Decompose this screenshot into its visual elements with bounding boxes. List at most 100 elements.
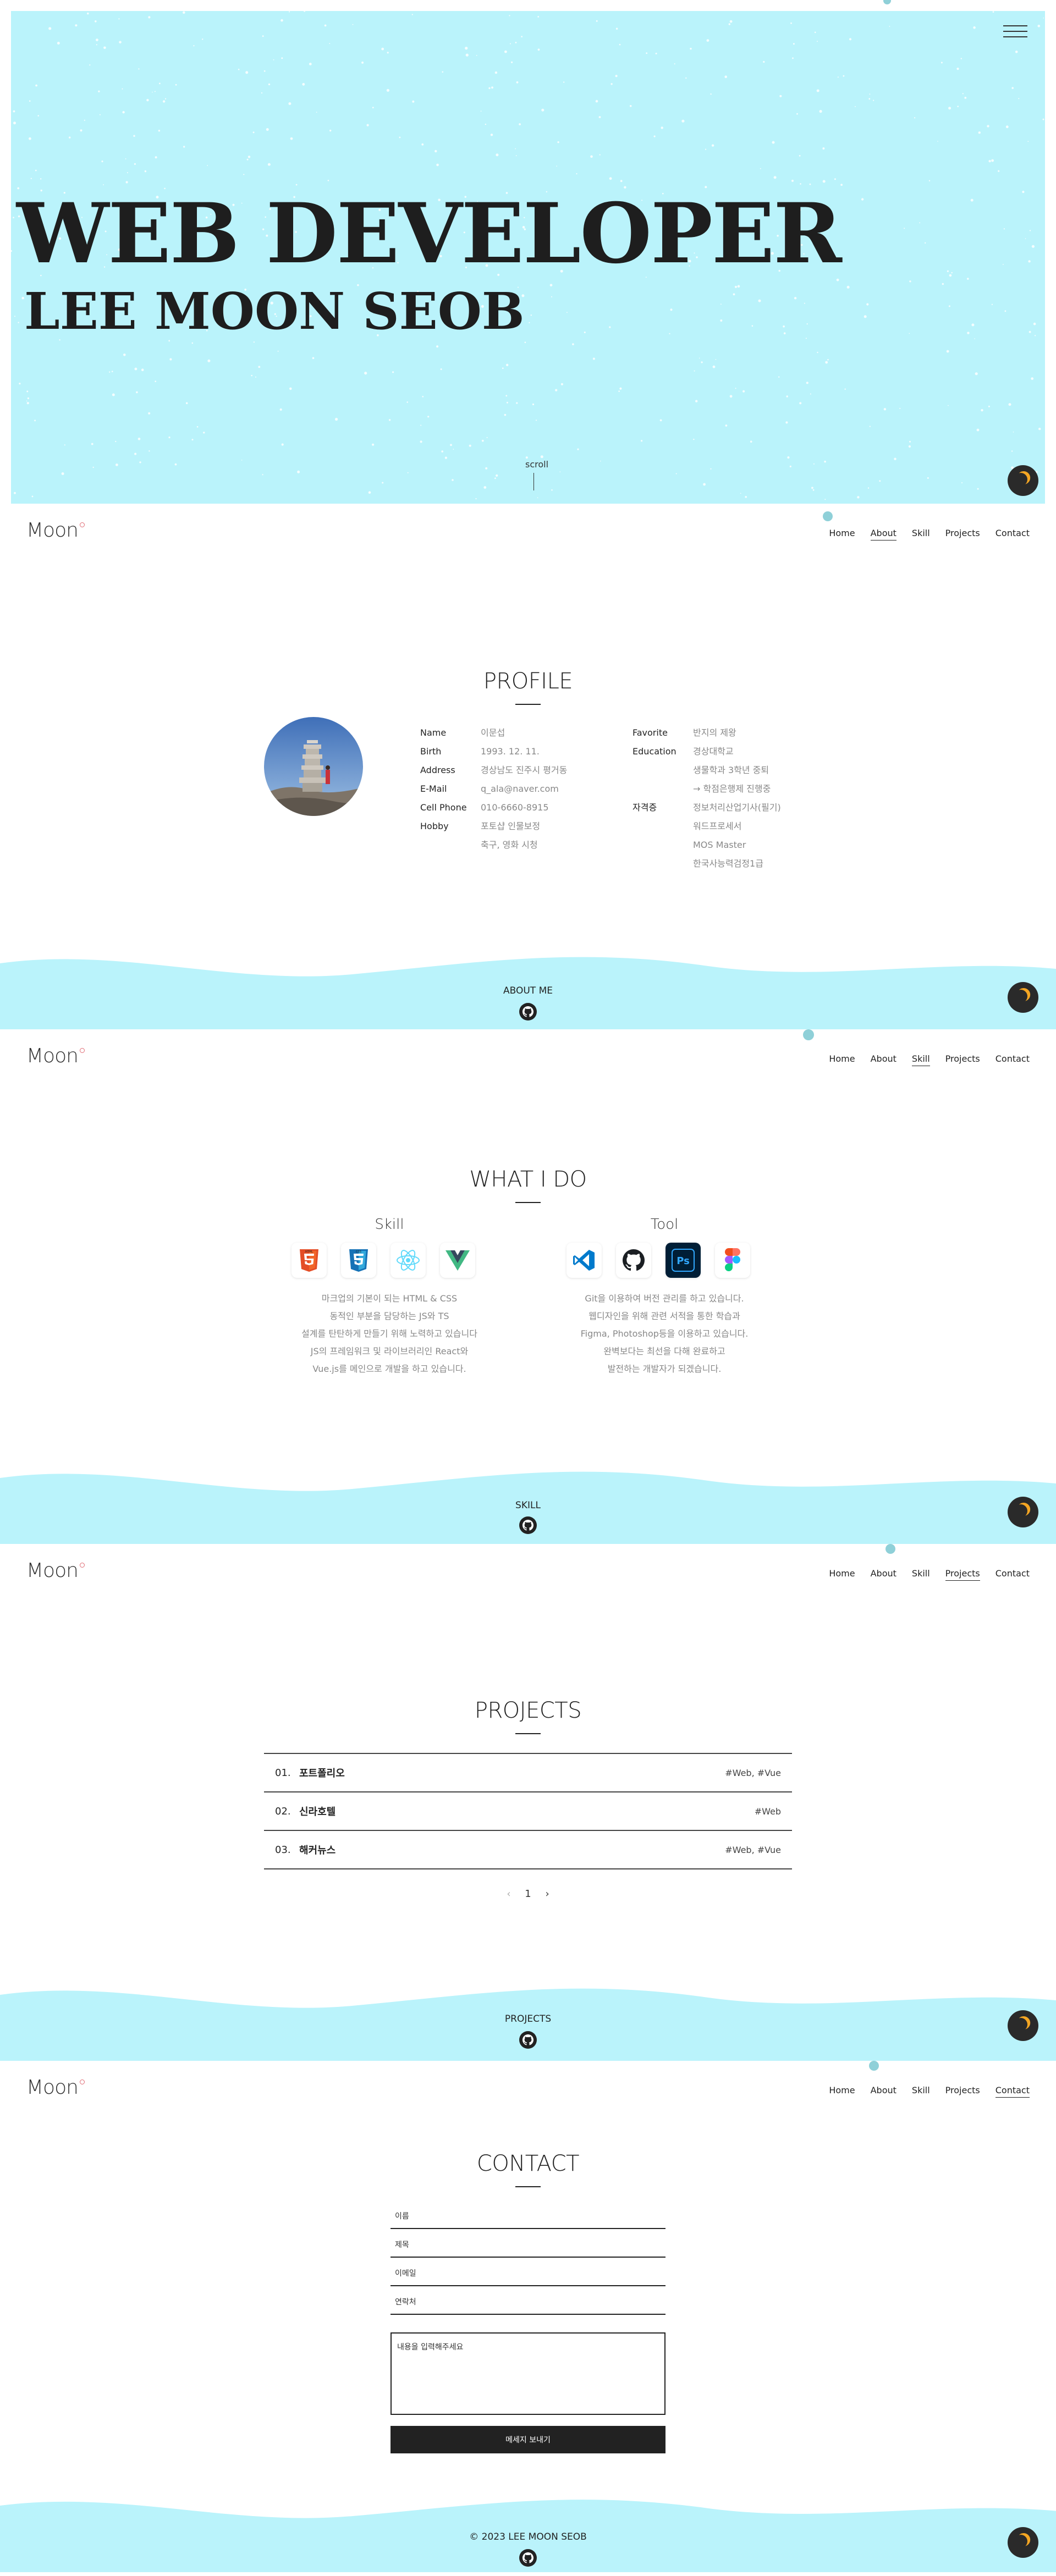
profile-info-value: 1993. 12. 11. [481, 746, 540, 757]
github-icon [522, 1520, 534, 1531]
profile-title: PROFILE [0, 669, 1056, 705]
nav-contact[interactable]: Contact [996, 528, 1030, 540]
pagination-next-button[interactable]: › [545, 1888, 549, 1900]
nav-contact[interactable]: Contact [996, 1568, 1030, 1581]
logo[interactable]: Moon [26, 1559, 85, 1582]
send-message-button[interactable]: 메세지 보내기 [391, 2426, 666, 2453]
skill-desc-line: Vue.js를 메인으로 개발을 하고 있습니다. [312, 1364, 466, 1374]
logo-ring-icon [79, 522, 85, 527]
profile-info-row: Cell Phone 010-6660-8915 [420, 798, 567, 817]
svg-text:CSS: CSS [356, 1250, 361, 1254]
decor-bubble [883, 0, 891, 4]
moon-icon [1012, 2016, 1030, 2034]
dark-mode-toggle-button[interactable] [1008, 2010, 1038, 2041]
photoshop-icon: Ps [666, 1243, 701, 1278]
scroll-indicator[interactable]: scroll [525, 459, 549, 490]
dark-mode-toggle-button[interactable] [1008, 982, 1038, 1013]
phone-field[interactable] [391, 2291, 666, 2315]
nav-contact[interactable]: Contact [995, 2085, 1030, 2098]
profile-info-key: Education [632, 746, 676, 757]
nav-home[interactable]: Home [829, 528, 855, 540]
top-nav: Moon Home About Skill Projects Contact [0, 1029, 1056, 1073]
table-row[interactable]: 03. 해커뉴스 #Web, #Vue [264, 1831, 792, 1869]
email-field[interactable] [391, 2262, 666, 2286]
nav-about[interactable]: About [871, 2085, 897, 2098]
skill-desc-line: 동적인 부분을 담당하는 JS와 TS [329, 1311, 449, 1321]
skill-section: Moon Home About Skill Projects Contact W… [0, 1029, 1056, 1544]
github-link-button[interactable] [519, 2549, 537, 2567]
profile-info-row: 자격증 정보처리산업기사(필기) [632, 798, 781, 817]
html5-icon: HTML [292, 1243, 327, 1278]
contact-title: CONTACT [0, 2151, 1056, 2187]
pagination-prev-button[interactable]: ‹ [507, 1888, 510, 1900]
logo-text: Moon [26, 519, 79, 542]
logo-text: Moon [26, 1045, 79, 1067]
dark-mode-toggle-button[interactable] [1008, 1497, 1038, 1527]
profile-info-row: Hobby 포토샵 인물보정 [420, 817, 567, 836]
dark-mode-toggle-button[interactable] [1008, 465, 1038, 496]
github-icon [522, 2552, 534, 2563]
nav-home[interactable]: Home [829, 1568, 855, 1581]
contact-section: Moon Home About Skill Projects Contact C… [0, 2061, 1056, 2576]
nav-projects[interactable]: Projects [945, 1053, 980, 1066]
project-name: 해커뉴스 [299, 1845, 336, 1856]
table-row[interactable]: 01. 포트폴리오 #Web, #Vue [264, 1754, 792, 1792]
message-textarea[interactable] [391, 2332, 666, 2415]
profile-info-row: Name 이문섭 [420, 724, 567, 742]
project-number: 03. [275, 1844, 291, 1856]
profile-info-key: Birth [420, 746, 442, 757]
github-link-button[interactable] [519, 1003, 537, 1021]
projects-section: Moon Home About Skill Projects Contact P… [0, 1544, 1056, 2061]
figma-icon [715, 1243, 750, 1278]
logo[interactable]: Moon [26, 519, 85, 542]
subject-field[interactable] [391, 2233, 666, 2258]
project-number: 02. [275, 1805, 291, 1817]
nav-contact[interactable]: Contact [996, 1053, 1030, 1066]
logo-text: Moon [26, 2076, 79, 2099]
github-link-button[interactable] [519, 2031, 537, 2049]
nav-skill[interactable]: Skill [912, 1568, 930, 1581]
copyright-label: © 2023 LEE MOON SEOB [469, 2531, 587, 2542]
menu-hamburger-icon[interactable] [1002, 22, 1028, 41]
nav-about[interactable]: About [871, 1568, 897, 1581]
profile-info-row: → 학점은행제 진행중 [632, 780, 781, 798]
nav-skill[interactable]: Skill [912, 528, 930, 540]
name-field[interactable] [391, 2205, 666, 2229]
nav-about[interactable]: About [870, 528, 897, 540]
github-link-button[interactable] [519, 1516, 537, 1534]
table-row[interactable]: 02. 신라호텔 #Web [264, 1792, 792, 1831]
nav-projects[interactable]: Projects [945, 528, 980, 540]
project-tags: #Web, #Vue [725, 1767, 781, 1778]
top-nav: Moon Home About Skill Projects Contact [0, 504, 1056, 548]
projects-title: PROJECTS [0, 1698, 1056, 1734]
pagoda-photo [264, 717, 363, 816]
nav-projects[interactable]: Projects [945, 2085, 980, 2098]
logo[interactable]: Moon [26, 2076, 85, 2099]
logo-ring-icon [79, 2079, 85, 2084]
nav-home[interactable]: Home [829, 1053, 855, 1066]
nav-home[interactable]: Home [829, 2085, 855, 2098]
scroll-label: scroll [525, 459, 549, 470]
nav-about[interactable]: About [871, 1053, 897, 1066]
nav-menu: Home About Skill Projects Contact [829, 2085, 1030, 2098]
profile-info-value: 010-6660-8915 [481, 802, 549, 813]
profile-info-value: 반지의 제왕 [693, 727, 736, 738]
moon-icon [1012, 1502, 1030, 1520]
pagination-page-1[interactable]: 1 [525, 1888, 531, 1900]
react-icon [391, 1243, 426, 1278]
logo[interactable]: Moon [26, 1045, 85, 1067]
dark-mode-toggle-button[interactable] [1008, 2527, 1038, 2558]
nav-skill[interactable]: Skill [911, 1053, 930, 1066]
nav-skill[interactable]: Skill [912, 2085, 930, 2098]
nav-projects[interactable]: Projects [945, 1568, 980, 1581]
profile-info-value: 경상대학교 [693, 746, 734, 757]
github-icon [522, 2034, 534, 2045]
profile-info-key [632, 780, 693, 798]
tool-icons: Ps [566, 1243, 750, 1278]
pagination: ‹ 1 › [0, 1888, 1056, 1900]
profile-info-key: Name [420, 727, 447, 738]
top-nav: Moon Home About Skill Projects Contact [0, 2061, 1056, 2105]
logo-ring-icon [79, 1048, 85, 1053]
profile-section: Moon Home About Skill Projects Contact P… [0, 504, 1056, 1029]
profile-avatar [264, 717, 363, 816]
